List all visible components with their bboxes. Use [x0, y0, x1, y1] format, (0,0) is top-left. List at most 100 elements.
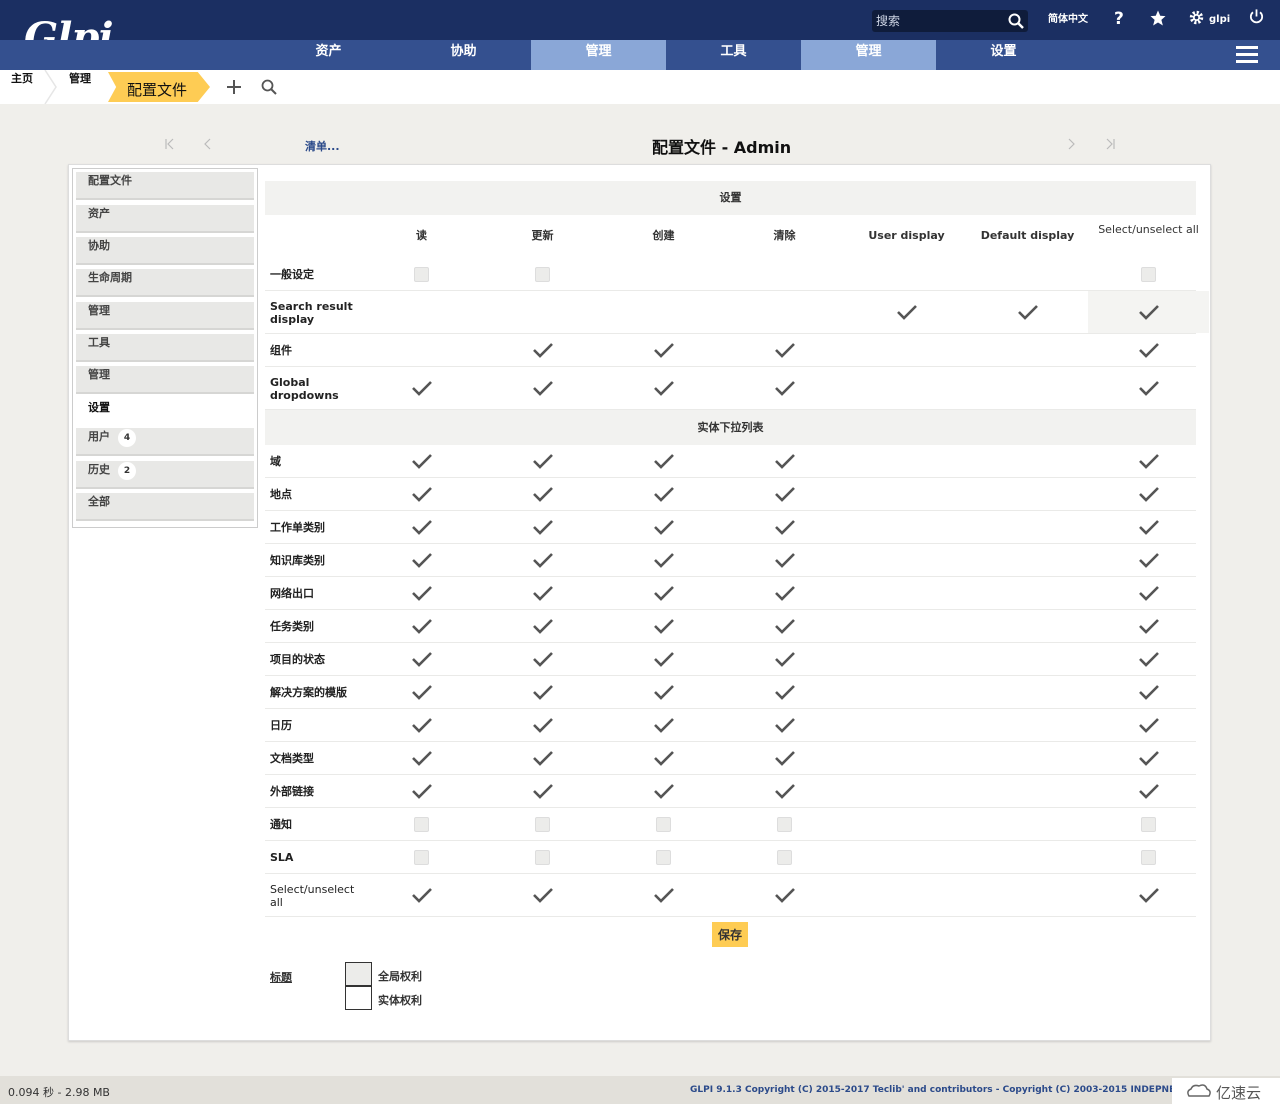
- checkmark-icon[interactable]: [532, 551, 554, 569]
- checkmark-icon[interactable]: [532, 341, 554, 359]
- checkmark-icon[interactable]: [774, 886, 796, 904]
- question-icon[interactable]: ?: [1113, 9, 1127, 27]
- checkmark-icon[interactable]: [532, 886, 554, 904]
- checkmark-icon[interactable]: [774, 617, 796, 635]
- checkmark-icon[interactable]: [1138, 379, 1160, 397]
- checkmark-icon[interactable]: [653, 485, 675, 503]
- breadcrumb-current[interactable]: 配置文件: [108, 72, 210, 102]
- checkmark-icon[interactable]: [653, 886, 675, 904]
- first-page-icon[interactable]: [164, 138, 176, 150]
- breadcrumb-home[interactable]: 主页: [11, 70, 33, 104]
- checkmark-icon[interactable]: [774, 716, 796, 734]
- hamburger-menu-icon[interactable]: [1236, 46, 1258, 64]
- checkmark-icon[interactable]: [411, 551, 433, 569]
- checkbox[interactable]: [535, 849, 550, 865]
- checkmark-icon[interactable]: [411, 716, 433, 734]
- checkmark-icon[interactable]: [1138, 485, 1160, 503]
- list-link[interactable]: 清单...: [305, 138, 340, 154]
- tab-item[interactable]: 管理: [76, 302, 254, 330]
- checkmark-icon[interactable]: [532, 518, 554, 536]
- tab-item[interactable]: 历史 2: [76, 461, 254, 489]
- checkmark-icon[interactable]: [1138, 683, 1160, 701]
- tab-item[interactable]: 管理: [76, 366, 254, 394]
- checkmark-icon[interactable]: [774, 485, 796, 503]
- checkmark-icon[interactable]: [1017, 303, 1039, 321]
- footer-copyright[interactable]: GLPI 9.1.3 Copyright (C) 2015-2017 Tecli…: [690, 1085, 1174, 1095]
- checkbox[interactable]: [1141, 266, 1156, 282]
- save-button[interactable]: 保存: [712, 922, 748, 947]
- checkbox[interactable]: [535, 816, 550, 832]
- language-link[interactable]: 简体中文: [1048, 10, 1088, 25]
- checkmark-icon[interactable]: [1138, 617, 1160, 635]
- checkmark-icon[interactable]: [774, 518, 796, 536]
- checkmark-icon[interactable]: [774, 379, 796, 397]
- checkmark-icon[interactable]: [774, 551, 796, 569]
- previous-page-icon[interactable]: [203, 138, 213, 150]
- checkmark-icon[interactable]: [1138, 749, 1160, 767]
- checkmark-icon[interactable]: [411, 886, 433, 904]
- breadcrumb-admin[interactable]: 管理: [69, 70, 91, 104]
- checkmark-icon[interactable]: [532, 683, 554, 701]
- checkmark-icon[interactable]: [411, 650, 433, 668]
- checkmark-icon[interactable]: [1138, 551, 1160, 569]
- checkmark-icon[interactable]: [411, 518, 433, 536]
- tab-item[interactable]: 工具: [76, 334, 254, 362]
- checkmark-icon[interactable]: [774, 782, 796, 800]
- checkmark-icon[interactable]: [1138, 303, 1160, 321]
- checkmark-icon[interactable]: [411, 584, 433, 602]
- add-icon[interactable]: [226, 79, 242, 95]
- menu-setup[interactable]: 设置: [936, 40, 1071, 70]
- menu-administration[interactable]: 管理: [801, 40, 936, 70]
- checkmark-icon[interactable]: [1138, 782, 1160, 800]
- tab-item[interactable]: 生命周期: [76, 269, 254, 297]
- search-list-icon[interactable]: [261, 79, 277, 95]
- checkmark-icon[interactable]: [411, 485, 433, 503]
- checkmark-icon[interactable]: [653, 716, 675, 734]
- tab-item[interactable]: 全部: [76, 493, 254, 521]
- checkmark-icon[interactable]: [774, 650, 796, 668]
- checkmark-icon[interactable]: [653, 518, 675, 536]
- checkmark-icon[interactable]: [1138, 341, 1160, 359]
- checkmark-icon[interactable]: [1138, 452, 1160, 470]
- checkmark-icon[interactable]: [653, 452, 675, 470]
- checkmark-icon[interactable]: [411, 683, 433, 701]
- checkmark-icon[interactable]: [774, 341, 796, 359]
- checkbox[interactable]: [414, 849, 429, 865]
- checkbox[interactable]: [414, 266, 429, 282]
- checkmark-icon[interactable]: [653, 683, 675, 701]
- menu-assets[interactable]: 资产: [261, 40, 396, 70]
- search-icon[interactable]: [1008, 13, 1024, 29]
- tab-item[interactable]: 资产: [76, 205, 254, 233]
- checkbox[interactable]: [656, 849, 671, 865]
- checkmark-icon[interactable]: [774, 749, 796, 767]
- checkbox[interactable]: [777, 816, 792, 832]
- checkmark-icon[interactable]: [532, 782, 554, 800]
- power-icon[interactable]: [1248, 8, 1265, 25]
- tab-item[interactable]: 设置: [76, 399, 254, 427]
- checkmark-icon[interactable]: [653, 749, 675, 767]
- checkbox[interactable]: [1141, 849, 1156, 865]
- checkmark-icon[interactable]: [532, 379, 554, 397]
- checkmark-icon[interactable]: [1138, 518, 1160, 536]
- checkmark-icon[interactable]: [532, 617, 554, 635]
- menu-tools[interactable]: 工具: [666, 40, 801, 70]
- checkbox[interactable]: [1141, 816, 1156, 832]
- checkmark-icon[interactable]: [1138, 650, 1160, 668]
- checkmark-icon[interactable]: [411, 379, 433, 397]
- checkmark-icon[interactable]: [532, 584, 554, 602]
- checkmark-icon[interactable]: [653, 551, 675, 569]
- user-link[interactable]: glpi: [1209, 14, 1230, 25]
- checkmark-icon[interactable]: [1138, 886, 1160, 904]
- checkbox[interactable]: [414, 816, 429, 832]
- checkmark-icon[interactable]: [896, 303, 918, 321]
- checkmark-icon[interactable]: [532, 485, 554, 503]
- menu-assistance[interactable]: 协助: [396, 40, 531, 70]
- checkmark-icon[interactable]: [532, 452, 554, 470]
- tab-item[interactable]: 协助: [76, 237, 254, 265]
- checkmark-icon[interactable]: [653, 341, 675, 359]
- checkbox[interactable]: [656, 816, 671, 832]
- checkmark-icon[interactable]: [653, 584, 675, 602]
- checkmark-icon[interactable]: [532, 650, 554, 668]
- checkmark-icon[interactable]: [774, 584, 796, 602]
- next-page-icon[interactable]: [1066, 138, 1076, 150]
